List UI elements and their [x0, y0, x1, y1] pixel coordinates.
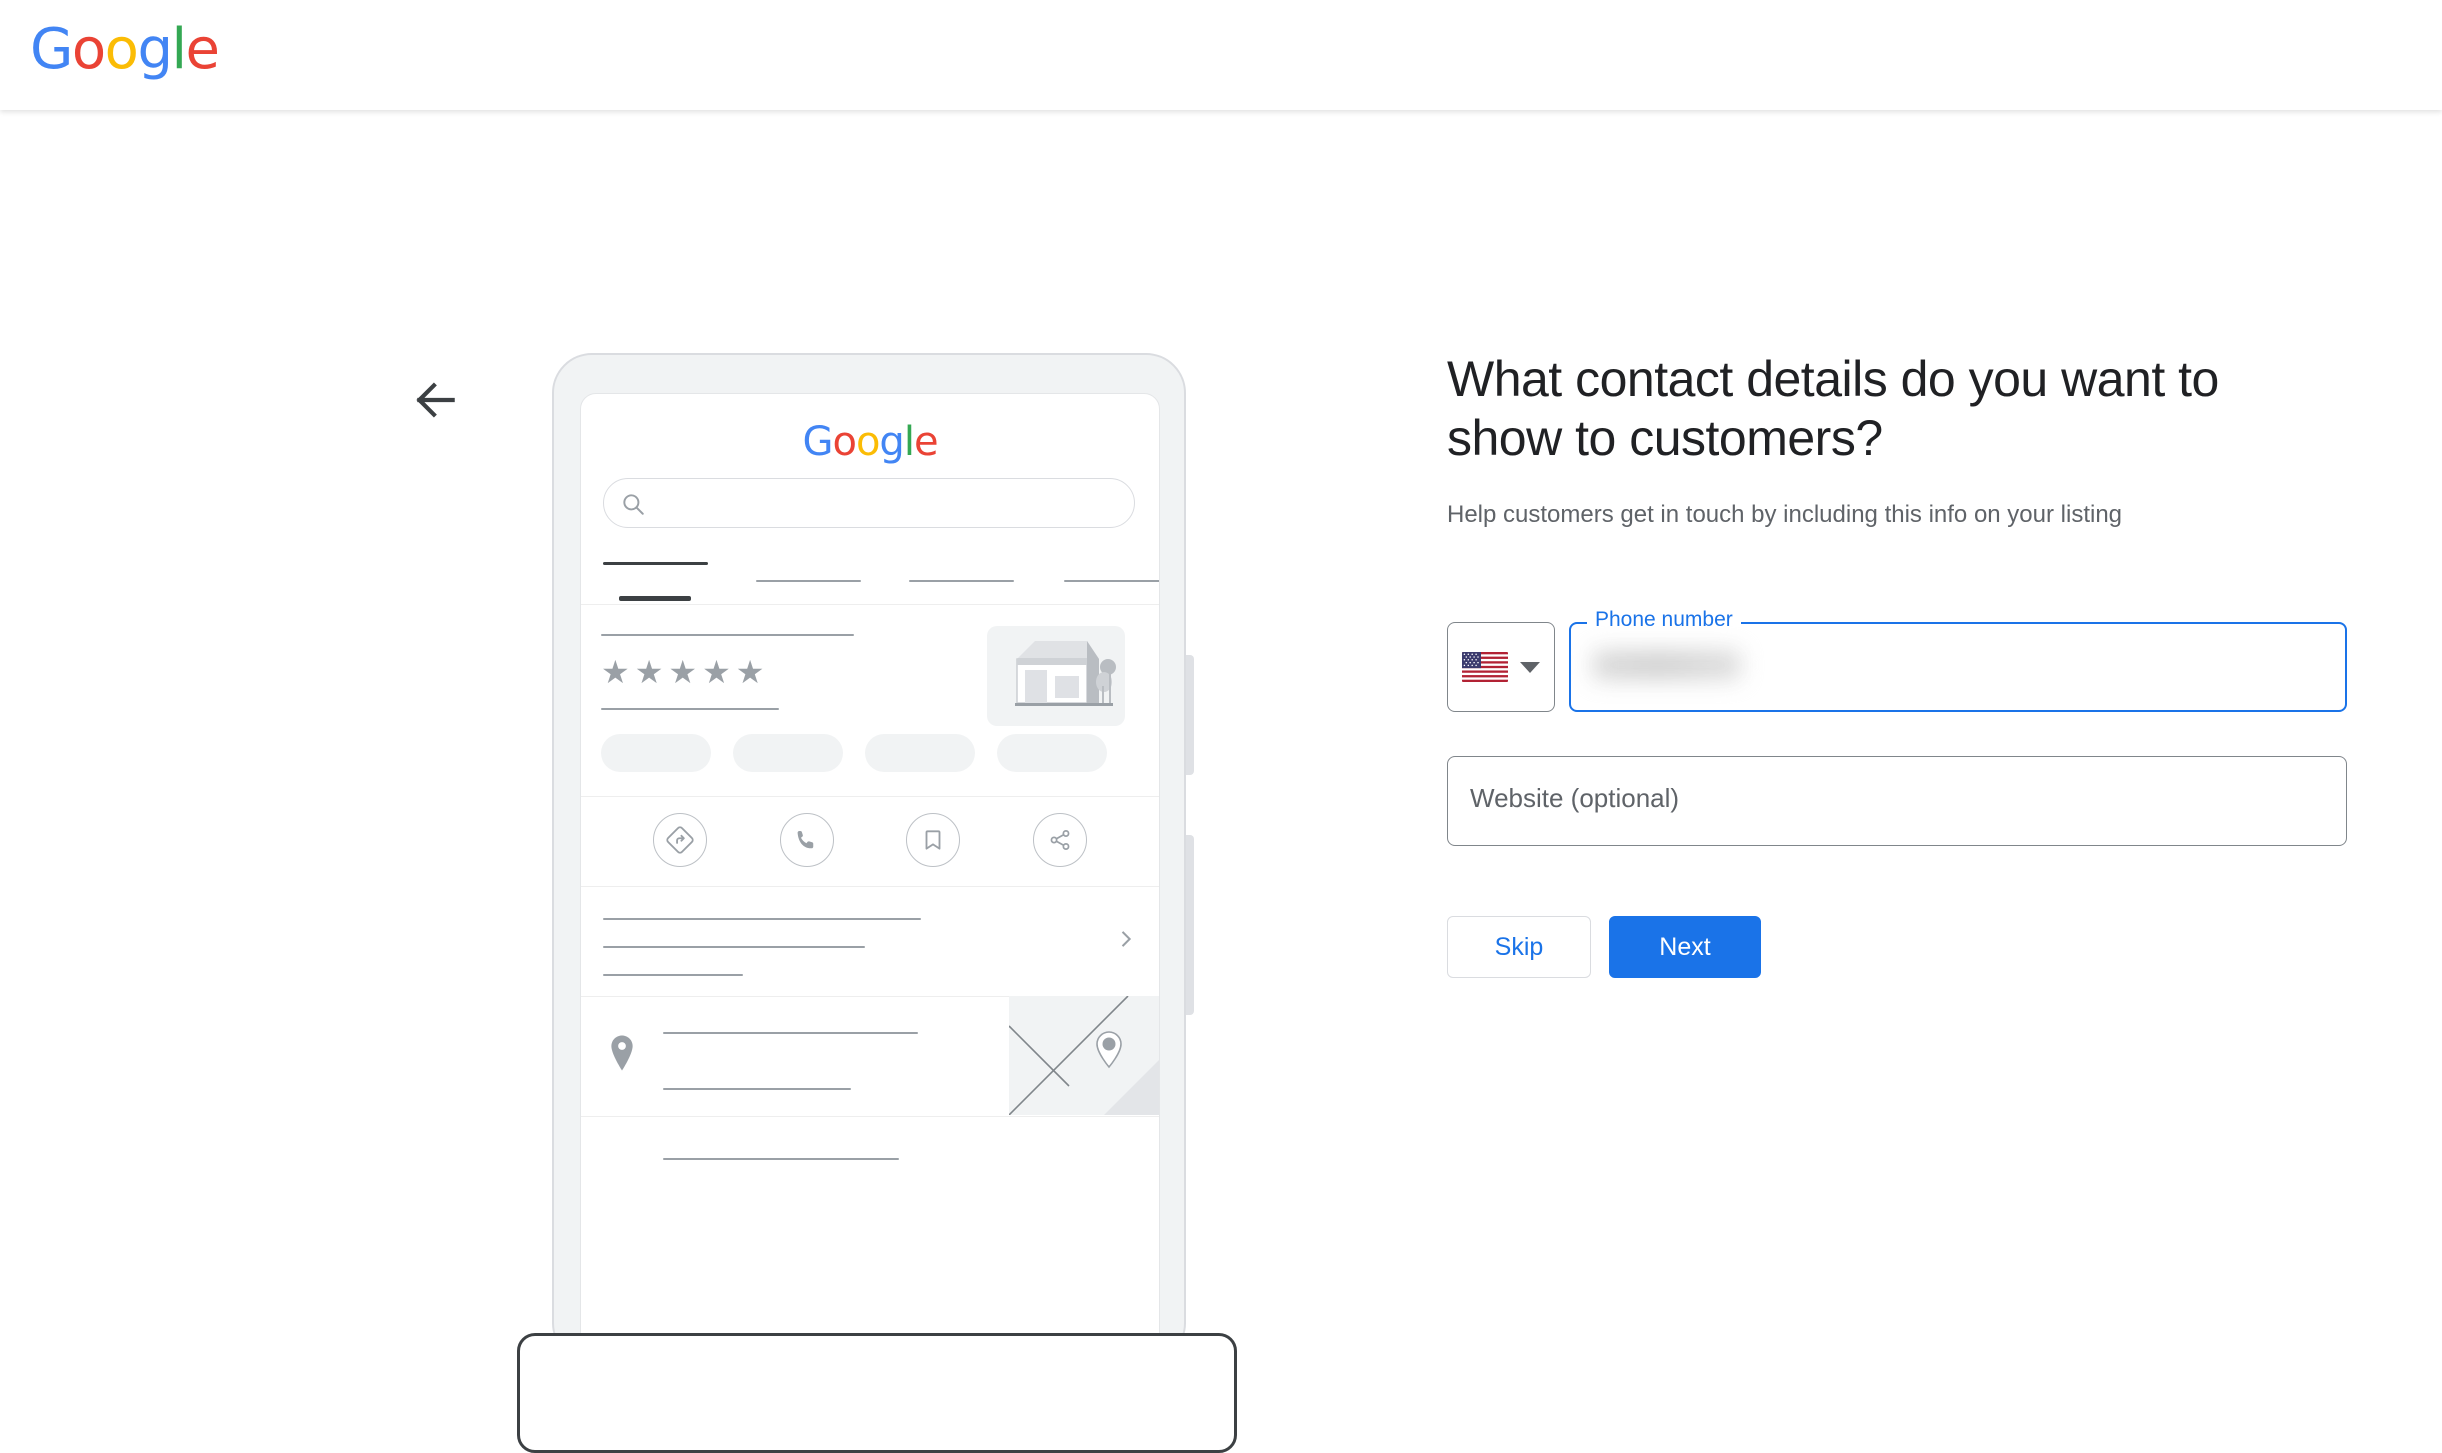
google-logo[interactable]: Google: [30, 17, 220, 82]
mini-chip: [997, 734, 1107, 772]
mini-address-line-1: [663, 1032, 918, 1034]
phone-screen: Google ★★★★★: [580, 393, 1160, 1365]
mini-list-line-1: [603, 918, 921, 920]
logo-letter-o1: o: [71, 17, 106, 82]
mini-tab-2: [756, 580, 861, 582]
mini-tab-3: [909, 580, 1014, 582]
phone-mockup-illustration: Google ★★★★★: [552, 353, 1194, 1365]
phone-number-value-redacted: [1593, 650, 1741, 680]
mini-search-bar: [603, 478, 1135, 528]
mini-chip: [865, 734, 975, 772]
phone-number-label: Phone number: [1587, 609, 1741, 630]
directions-button[interactable]: [653, 813, 708, 867]
call-button[interactable]: [779, 813, 834, 867]
mini-business-summary: ★★★★★: [581, 604, 1159, 797]
location-pin-icon: [607, 1034, 637, 1077]
form-actions: Skip Next: [1447, 916, 1761, 978]
logo-letter-g2: g: [137, 17, 173, 82]
phone-side-button-bottom: [1186, 835, 1194, 1015]
mini-bottom-line: [663, 1158, 899, 1160]
search-icon: [620, 491, 646, 522]
mini-tab-underline: [619, 596, 691, 601]
logo-letter-e: e: [185, 17, 220, 82]
page-title: What contact details do you want to show…: [1447, 351, 2219, 466]
mini-list-row[interactable]: [581, 886, 1159, 997]
phone-frame: Google ★★★★★: [552, 353, 1194, 1365]
back-button[interactable]: [411, 375, 461, 425]
storefront-thumbnail: [987, 626, 1125, 726]
website-input[interactable]: Website (optional): [1447, 756, 2347, 846]
save-icon: [925, 830, 941, 850]
mini-action-bar: [581, 796, 1159, 887]
us-flag-icon: [1462, 652, 1508, 682]
mini-title-placeholder: [601, 634, 854, 636]
country-code-select[interactable]: [1447, 622, 1555, 712]
save-button[interactable]: [906, 813, 961, 867]
mini-list-line-2: [603, 946, 865, 948]
phone-side-button-top: [1186, 655, 1194, 775]
mini-chip: [733, 734, 843, 772]
mini-subtitle-placeholder: [601, 708, 779, 710]
contact-details-form: What contact details do you want to show…: [1447, 350, 2347, 978]
logo-letter-l: l: [171, 17, 187, 82]
phone-number-row: Phone number: [1447, 609, 2347, 712]
bottom-overlay-card[interactable]: [517, 1333, 1237, 1453]
storefront-icon: [1015, 641, 1116, 706]
mini-tab-active: [603, 562, 708, 565]
phone-number-input[interactable]: Phone number: [1569, 609, 2347, 712]
mini-tab-4: [1064, 580, 1159, 582]
mini-address-row[interactable]: [581, 996, 1159, 1117]
mini-chip: [601, 734, 711, 772]
logo-letter-g1: G: [30, 17, 73, 82]
share-icon: [1050, 830, 1069, 850]
main-content: Google ★★★★★ What contact details do you…: [0, 110, 2442, 1453]
mini-google-logo: Google: [802, 419, 938, 465]
chevron-down-icon: [1520, 661, 1540, 673]
arrow-left-icon: [416, 382, 455, 418]
call-icon: [797, 830, 814, 848]
mini-tab-bar: [581, 546, 1159, 605]
mini-address-line-2: [663, 1088, 851, 1090]
next-button[interactable]: Next: [1609, 916, 1761, 978]
share-button[interactable]: [1032, 813, 1087, 867]
mini-bottom-row: [581, 1116, 1159, 1246]
directions-icon: [666, 826, 695, 854]
website-placeholder: Website (optional): [1470, 783, 1680, 813]
app-header: Google: [0, 0, 2442, 110]
logo-letter-o2: o: [104, 17, 139, 82]
map-thumbnail: [1009, 996, 1159, 1115]
mini-star-rating: ★★★★★: [601, 653, 770, 691]
skip-button[interactable]: Skip: [1447, 916, 1591, 978]
mini-chip-row: [601, 734, 1107, 772]
chevron-right-icon: [1115, 924, 1137, 959]
page-subtitle: Help customers get in touch by including…: [1447, 501, 2123, 528]
mini-list-line-3: [603, 974, 743, 976]
